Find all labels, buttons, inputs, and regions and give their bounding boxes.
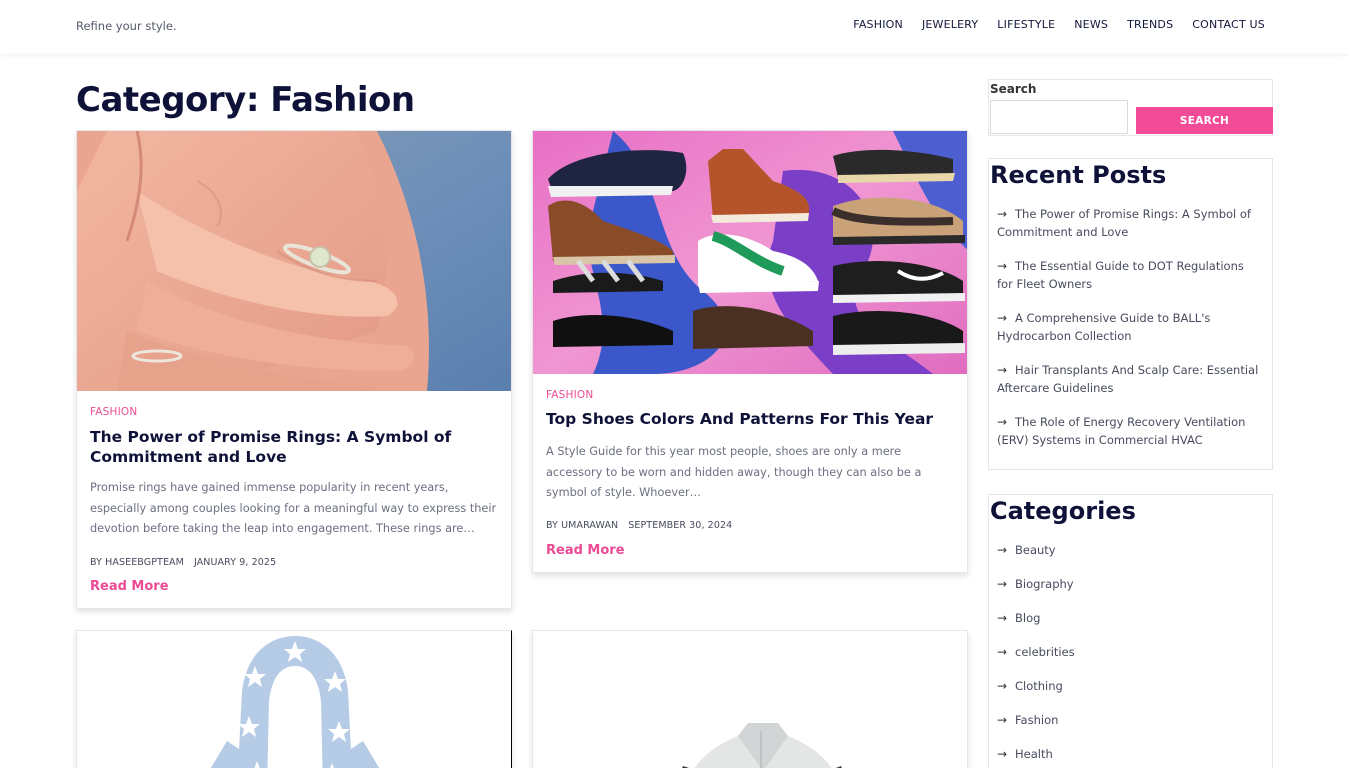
list-item: → Beauty xyxy=(997,541,1262,559)
post-date[interactable]: SEPTEMBER 30, 2024 xyxy=(628,520,732,531)
arrow-right-icon: → xyxy=(997,645,1008,659)
arrow-right-icon: → xyxy=(997,311,1008,325)
list-item: → A Comprehensive Guide to BALL's Hydroca… xyxy=(997,309,1262,345)
post-image-promise-ring[interactable] xyxy=(77,131,511,391)
recent-posts-list: → The Power of Promise Rings: A Symbol of… xyxy=(997,205,1262,465)
list-item: → Biography xyxy=(997,575,1262,593)
arrow-right-icon: → xyxy=(997,577,1008,591)
recent-post-link[interactable]: Hair Transplants And Scalp Care: Essenti… xyxy=(997,363,1258,395)
main-nav: FASHION JEWELERY LIFESTYLE NEWS TRENDS C… xyxy=(853,18,1265,31)
list-item: → Fashion xyxy=(997,711,1262,729)
read-more-link[interactable]: Read More xyxy=(546,543,625,558)
search-button[interactable]: SEARCH xyxy=(1136,107,1273,134)
post-meta: BY HASEEBGPTEAM JANUARY 9, 2025 xyxy=(90,557,276,568)
arrow-right-icon: → xyxy=(997,679,1008,693)
recent-post-link[interactable]: The Role of Energy Recovery Ventilation … xyxy=(997,415,1245,447)
recent-post-link[interactable]: The Power of Promise Rings: A Symbol of … xyxy=(997,207,1251,239)
nav-item-trends[interactable]: TRENDS xyxy=(1127,18,1173,31)
nav-item-jewelery[interactable]: JEWELERY xyxy=(922,18,978,31)
arrow-right-icon: → xyxy=(997,543,1008,557)
category-link[interactable]: celebrities xyxy=(1015,645,1075,659)
post-card xyxy=(532,630,968,768)
recent-post-link[interactable]: The Essential Guide to DOT Regulations f… xyxy=(997,259,1244,291)
search-input[interactable] xyxy=(990,100,1128,134)
post-meta: BY UMARAWAN SEPTEMBER 30, 2024 xyxy=(546,520,732,531)
nav-item-contact-us[interactable]: CONTACT US xyxy=(1192,18,1265,31)
post-excerpt: Promise rings have gained immense popula… xyxy=(90,481,497,535)
search-widget: Search SEARCH xyxy=(988,79,1273,136)
arrow-right-icon: → xyxy=(997,713,1008,727)
recent-post-link[interactable]: A Comprehensive Guide to BALL's Hydrocar… xyxy=(997,311,1210,343)
post-title[interactable]: The Power of Promise Rings: A Symbol of … xyxy=(90,428,499,467)
post-author[interactable]: BY HASEEBGPTEAM xyxy=(90,557,184,568)
post-card xyxy=(76,630,512,768)
list-item: → Health xyxy=(997,745,1262,763)
category-link[interactable]: Blog xyxy=(1015,611,1040,625)
category-link[interactable]: Health xyxy=(1015,747,1053,761)
nav-item-fashion[interactable]: FASHION xyxy=(853,18,903,31)
nav-item-news[interactable]: NEWS xyxy=(1074,18,1108,31)
arrow-right-icon: → xyxy=(997,415,1008,429)
post-category[interactable]: FASHION xyxy=(546,389,593,401)
site-header: Refine your style. FASHION JEWELERY LIFE… xyxy=(0,0,1348,54)
arrow-right-icon: → xyxy=(997,747,1008,761)
list-item: → Hair Transplants And Scalp Care: Essent… xyxy=(997,361,1262,397)
post-author[interactable]: BY UMARAWAN xyxy=(546,520,618,531)
arrow-right-icon: → xyxy=(997,363,1008,377)
read-more-link[interactable]: Read More xyxy=(90,579,169,594)
category-link[interactable]: Biography xyxy=(1015,577,1074,591)
categories-title: Categories xyxy=(990,497,1136,525)
post-card: FASHION The Power of Promise Rings: A Sy… xyxy=(76,130,512,609)
recent-posts-widget: Recent Posts → The Power of Promise Rings… xyxy=(988,158,1273,470)
categories-list: → Beauty → Biography → Blog → celebrities → C… xyxy=(997,541,1262,768)
list-item: → Clothing xyxy=(997,677,1262,695)
list-item: → The Role of Energy Recovery Ventilation… xyxy=(997,413,1262,449)
post-title[interactable]: Top Shoes Colors And Patterns For This Y… xyxy=(546,410,955,430)
site-tagline: Refine your style. xyxy=(76,19,177,33)
category-link[interactable]: Clothing xyxy=(1015,679,1063,693)
list-item: → The Essential Guide to DOT Regulations … xyxy=(997,257,1262,293)
post-image-white-jacket[interactable] xyxy=(533,631,967,768)
post-excerpt: A Style Guide for this year most people,… xyxy=(546,445,922,499)
post-card: FASHION Top Shoes Colors And Patterns Fo… xyxy=(532,130,968,573)
post-image-star-hoodie[interactable] xyxy=(77,631,511,768)
category-link[interactable]: Beauty xyxy=(1015,543,1056,557)
list-item: → Blog xyxy=(997,609,1262,627)
list-item: → celebrities xyxy=(997,643,1262,661)
category-link[interactable]: Fashion xyxy=(1015,713,1058,727)
search-label: Search xyxy=(990,82,1037,96)
post-image-shoes[interactable] xyxy=(533,131,967,374)
arrow-right-icon: → xyxy=(997,611,1008,625)
post-date[interactable]: JANUARY 9, 2025 xyxy=(194,557,276,568)
post-category[interactable]: FASHION xyxy=(90,406,137,418)
arrow-right-icon: → xyxy=(997,207,1008,221)
categories-widget: Categories → Beauty → Biography → Blog → cel… xyxy=(988,494,1273,768)
list-item: → The Power of Promise Rings: A Symbol of… xyxy=(997,205,1262,241)
recent-posts-title: Recent Posts xyxy=(990,161,1167,189)
arrow-right-icon: → xyxy=(997,259,1008,273)
nav-item-lifestyle[interactable]: LIFESTYLE xyxy=(997,18,1055,31)
page-title: Category: Fashion xyxy=(76,80,415,120)
